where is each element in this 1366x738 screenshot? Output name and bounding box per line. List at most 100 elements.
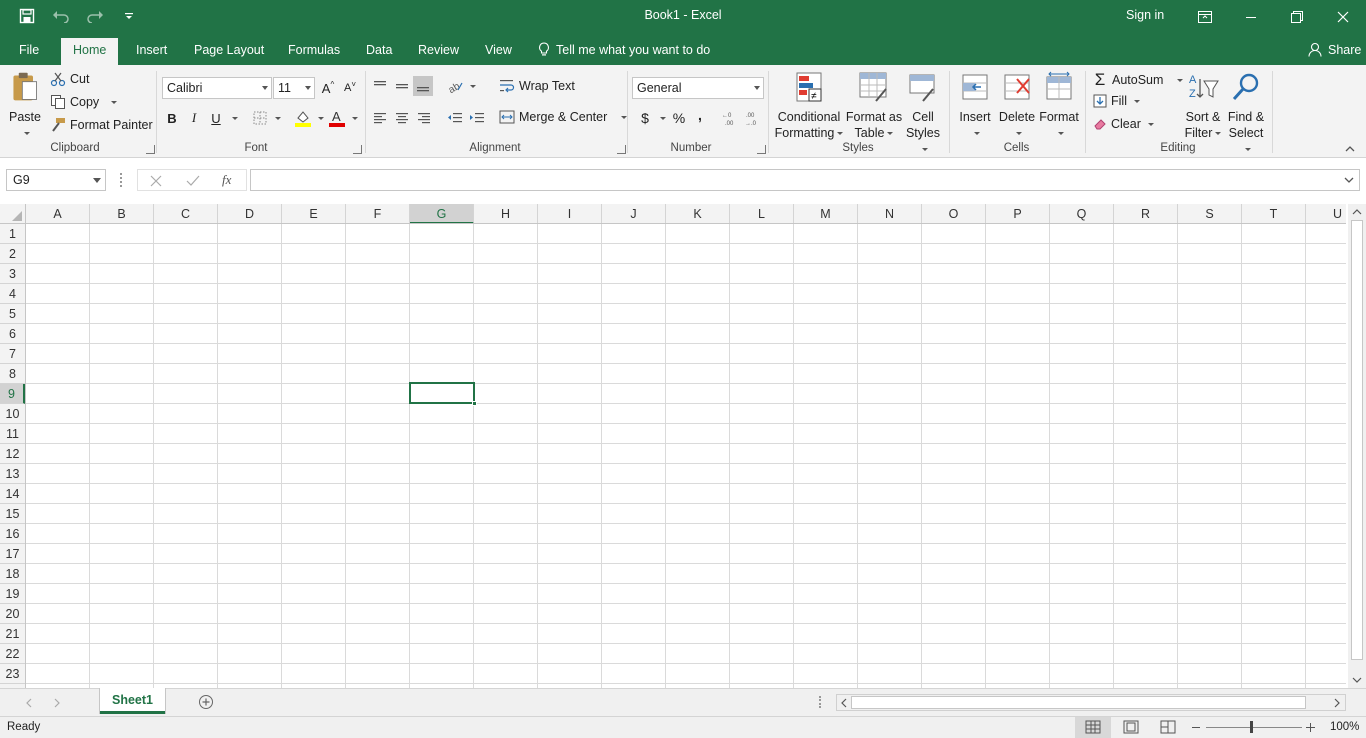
- increase-decimal-icon[interactable]: ←0.00: [720, 108, 740, 128]
- expand-formula-bar-icon[interactable]: [1344, 176, 1354, 184]
- column-header-f[interactable]: F: [346, 204, 410, 223]
- clipboard-launcher-icon[interactable]: [146, 145, 155, 154]
- normal-view-icon[interactable]: [1084, 719, 1102, 735]
- row-header-6[interactable]: 6: [0, 324, 25, 344]
- restore-icon[interactable]: [1274, 0, 1320, 33]
- row-header-10[interactable]: 10: [0, 404, 25, 424]
- column-header-j[interactable]: J: [602, 204, 666, 223]
- increase-indent-icon[interactable]: [467, 108, 487, 128]
- format-cells-button[interactable]: Format: [1039, 71, 1079, 141]
- font-name-select[interactable]: Calibri: [162, 77, 272, 99]
- splitter-handle[interactable]: [120, 173, 122, 187]
- column-header-n[interactable]: N: [858, 204, 922, 223]
- font-color-icon[interactable]: A: [327, 108, 347, 128]
- column-header-p[interactable]: P: [986, 204, 1050, 223]
- middle-align-icon[interactable]: [392, 76, 412, 96]
- conditional-formatting-button[interactable]: ≠ Conditional Formatting: [774, 71, 844, 141]
- tab-split-handle[interactable]: [819, 696, 821, 708]
- tab-page-layout[interactable]: Page Layout: [194, 40, 264, 65]
- tab-insert[interactable]: Insert: [136, 40, 167, 65]
- zoom-level[interactable]: 100%: [1330, 721, 1359, 733]
- decrease-decimal-icon[interactable]: .00 →.0: [743, 108, 763, 128]
- row-header-21[interactable]: 21: [0, 624, 25, 644]
- row-header-7[interactable]: 7: [0, 344, 25, 364]
- increase-font-size-icon[interactable]: A ^: [318, 78, 338, 98]
- fill-color-icon[interactable]: [293, 108, 313, 128]
- format-as-table-button[interactable]: Format as Table: [845, 71, 903, 141]
- horizontal-scroll-thumb[interactable]: [851, 696, 1306, 709]
- formula-input[interactable]: [250, 169, 1360, 191]
- cancel-icon[interactable]: [150, 175, 162, 187]
- prev-sheet-icon[interactable]: [25, 698, 33, 708]
- zoom-slider-thumb[interactable]: [1250, 721, 1253, 733]
- column-header-g[interactable]: G: [410, 204, 474, 223]
- sign-in-link[interactable]: Sign in: [1126, 8, 1164, 22]
- row-header-9[interactable]: 9: [0, 384, 25, 404]
- column-header-d[interactable]: D: [218, 204, 282, 223]
- zoom-out-icon[interactable]: [1192, 727, 1200, 728]
- zoom-slider-track[interactable]: [1206, 727, 1302, 728]
- cell-grid[interactable]: [26, 224, 1346, 688]
- column-header-o[interactable]: O: [922, 204, 986, 223]
- orientation-dropdown-icon[interactable]: [470, 85, 476, 88]
- row-header-15[interactable]: 15: [0, 504, 25, 524]
- decrease-indent-icon[interactable]: [445, 108, 465, 128]
- align-left-icon[interactable]: [370, 108, 390, 128]
- vertical-scrollbar[interactable]: [1348, 204, 1366, 688]
- column-header-i[interactable]: I: [538, 204, 602, 223]
- scroll-left-icon[interactable]: [840, 698, 848, 708]
- tab-review[interactable]: Review: [418, 40, 459, 65]
- italic-icon[interactable]: I: [184, 108, 204, 128]
- page-layout-view-icon[interactable]: [1122, 719, 1140, 735]
- cut-button[interactable]: Cut: [50, 71, 89, 87]
- row-header-12[interactable]: 12: [0, 444, 25, 464]
- comma-icon[interactable]: ,: [690, 105, 710, 125]
- sort-filter-button[interactable]: AZ Sort & Filter: [1184, 71, 1222, 141]
- align-right-icon[interactable]: [414, 108, 434, 128]
- vertical-scroll-thumb[interactable]: [1351, 220, 1363, 660]
- column-header-e[interactable]: E: [282, 204, 346, 223]
- autosum-button[interactable]: Σ AutoSum: [1092, 70, 1184, 90]
- insert-cells-button[interactable]: Insert: [955, 71, 995, 141]
- row-header-14[interactable]: 14: [0, 484, 25, 504]
- fill-color-dropdown-icon[interactable]: [318, 117, 324, 120]
- decrease-font-size-icon[interactable]: A ˅: [340, 78, 360, 98]
- new-sheet-icon[interactable]: [198, 694, 214, 710]
- row-header-23[interactable]: 23: [0, 664, 25, 684]
- fill-handle[interactable]: [472, 401, 477, 406]
- tab-data[interactable]: Data: [366, 40, 392, 65]
- row-header-18[interactable]: 18: [0, 564, 25, 584]
- merge-center-button[interactable]: Merge & Center: [499, 109, 628, 125]
- percent-icon[interactable]: %: [669, 108, 689, 128]
- enter-check-icon[interactable]: [186, 175, 200, 187]
- borders-dropdown-icon[interactable]: [275, 117, 281, 120]
- minimize-icon[interactable]: [1228, 0, 1274, 33]
- row-header-11[interactable]: 11: [0, 424, 25, 444]
- column-header-t[interactable]: T: [1242, 204, 1306, 223]
- row-header-5[interactable]: 5: [0, 304, 25, 324]
- font-launcher-icon[interactable]: [353, 145, 362, 154]
- insert-function-icon[interactable]: fx: [222, 172, 231, 188]
- column-header-r[interactable]: R: [1114, 204, 1178, 223]
- select-all-button[interactable]: [0, 204, 26, 223]
- ribbon-display-options-icon[interactable]: [1182, 0, 1228, 33]
- copy-button[interactable]: Copy: [50, 94, 118, 110]
- column-header-b[interactable]: B: [90, 204, 154, 223]
- row-header-3[interactable]: 3: [0, 264, 25, 284]
- scroll-up-icon[interactable]: [1352, 208, 1362, 216]
- column-header-a[interactable]: A: [26, 204, 90, 223]
- row-header-22[interactable]: 22: [0, 644, 25, 664]
- delete-cells-button[interactable]: Delete: [997, 71, 1037, 141]
- currency-icon[interactable]: $: [635, 108, 655, 128]
- scroll-right-icon[interactable]: [1333, 698, 1341, 708]
- tell-me-box[interactable]: Tell me what you want to do: [538, 42, 710, 57]
- currency-dropdown-icon[interactable]: [660, 117, 666, 120]
- top-align-icon[interactable]: [370, 76, 390, 96]
- column-header-m[interactable]: M: [794, 204, 858, 223]
- row-header-13[interactable]: 13: [0, 464, 25, 484]
- tab-file[interactable]: File: [19, 40, 39, 65]
- column-header-k[interactable]: K: [666, 204, 730, 223]
- row-header-17[interactable]: 17: [0, 544, 25, 564]
- row-header-16[interactable]: 16: [0, 524, 25, 544]
- underline-dropdown-icon[interactable]: [232, 117, 238, 120]
